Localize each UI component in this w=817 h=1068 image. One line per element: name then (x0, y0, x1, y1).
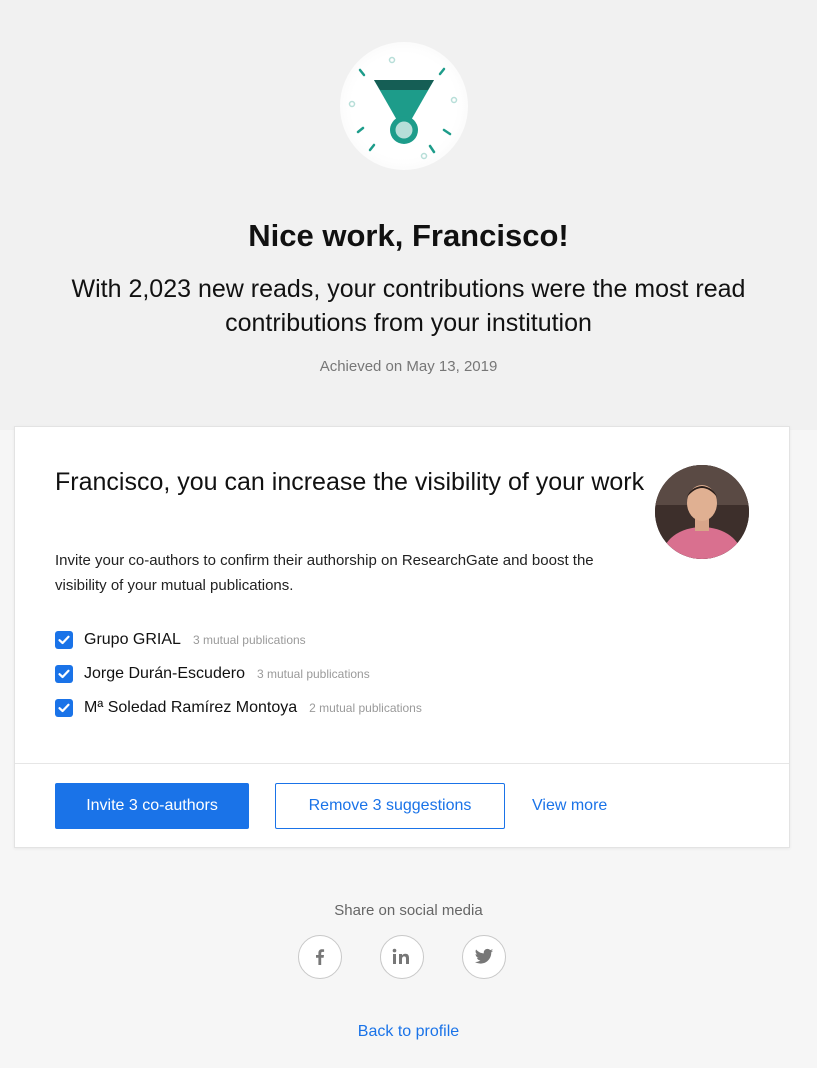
mutual-publications-count: 3 mutual publications (256, 667, 370, 681)
linkedin-icon[interactable] (380, 935, 424, 979)
checkbox-checked-icon[interactable] (55, 665, 73, 683)
coauthor-name: Grupo GRIAL (84, 631, 181, 648)
checkbox-checked-icon[interactable] (55, 631, 73, 649)
coauthor-item[interactable]: Mª Soledad Ramírez Montoya 2 mutual publ… (55, 691, 422, 725)
coauthor-item[interactable]: Jorge Durán-Escudero 3 mutual publicatio… (55, 657, 422, 691)
facebook-icon[interactable] (298, 935, 342, 979)
achievement-date: Achieved on May 13, 2019 (319, 358, 498, 375)
twitter-icon[interactable] (462, 935, 506, 979)
mutual-publications-count: 2 mutual publications (309, 701, 422, 715)
back-to-profile-link[interactable]: Back to profile (0, 1023, 817, 1041)
view-more-link[interactable]: View more (532, 783, 607, 829)
checkbox-checked-icon[interactable] (55, 699, 73, 717)
share-label: Share on social media (334, 902, 483, 919)
achievement-subheadline: With 2,023 new reads, your contributions… (71, 275, 746, 337)
achievement-medal-icon (340, 42, 468, 170)
remove-suggestions-button[interactable]: Remove 3 suggestions (275, 783, 505, 829)
invite-coauthors-button[interactable]: Invite 3 co-authors (55, 783, 249, 829)
avatar (655, 465, 749, 559)
card-title: Francisco, you can increase the visibili… (55, 468, 645, 496)
coauthor-name: Mª Soledad Ramírez Montoya (84, 699, 298, 716)
social-share-row (298, 935, 508, 981)
divider (15, 763, 789, 764)
coauthor-invite-card: Francisco, you can increase the visibili… (14, 426, 790, 848)
achievement-headline: Nice work, Francisco! (248, 218, 569, 253)
coauthor-list: Grupo GRIAL 3 mutual publications Jorge … (55, 623, 422, 725)
coauthor-name: Jorge Durán-Escudero (84, 665, 245, 682)
coauthor-item[interactable]: Grupo GRIAL 3 mutual publications (55, 623, 422, 657)
mutual-publications-count: 3 mutual publications (192, 633, 306, 647)
card-description: Invite your co-authors to confirm their … (55, 552, 594, 594)
